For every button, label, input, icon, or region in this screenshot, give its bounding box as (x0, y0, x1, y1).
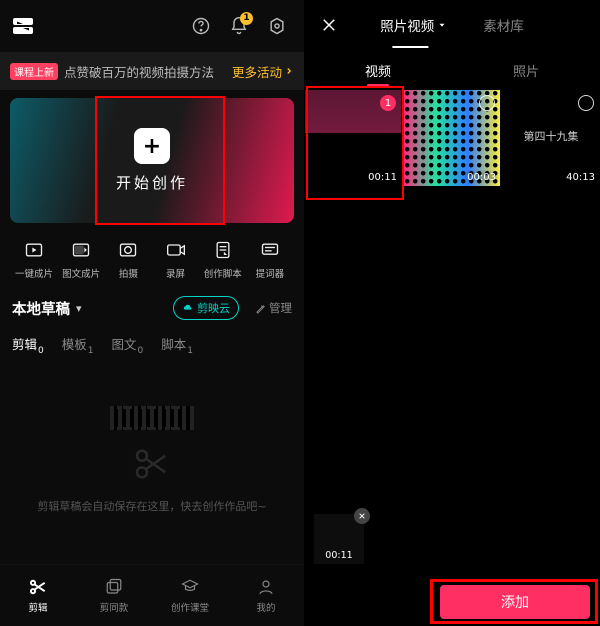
script-icon (211, 239, 235, 261)
picker-header: 照片视频 素材库 (304, 0, 600, 50)
drafts-title[interactable]: 本地草稿 (12, 298, 70, 319)
thumb-item[interactable]: 第四十九集 40:13 (503, 90, 599, 186)
sub-tabs: 视频 照片 (304, 50, 600, 90)
nav-edit[interactable]: 剪辑 (0, 565, 76, 626)
start-create-card[interactable]: + 开始创作 (10, 98, 294, 223)
tab-clip[interactable]: 剪辑0 (12, 334, 44, 356)
tray-chip[interactable]: 00:11 (314, 514, 364, 564)
select-indicator[interactable] (578, 95, 594, 111)
thumb-item[interactable]: 1 00:11 (305, 90, 401, 186)
gallery: 1 00:11 00:03 第四十九集 40:13 (304, 90, 600, 186)
promo-tag: 课程上新 (10, 63, 58, 80)
scissors-ghost-icon (127, 444, 177, 484)
nav-profile[interactable]: 我的 (228, 565, 304, 626)
start-create-label: 开始创作 (116, 172, 188, 193)
add-button[interactable]: 添加 (440, 585, 590, 619)
plus-icon: + (134, 128, 170, 164)
bell-badge: 1 (240, 12, 253, 25)
left-header: 1 (0, 0, 304, 52)
tool-text-to-video[interactable]: 图文成片 (59, 239, 103, 280)
bottom-nav: 剪辑 剪同款 创作课堂 我的 (0, 564, 304, 626)
tab-text[interactable]: 图文0 (112, 334, 144, 356)
cloud-button[interactable]: 剪映云 (173, 296, 239, 320)
bell-icon[interactable]: 1 (222, 9, 256, 43)
profile-icon (255, 577, 277, 597)
promo-more-link[interactable]: 更多活动 (232, 62, 294, 81)
empty-text: 剪辑草稿会自动保存在这里，快去创作作品吧~ (37, 498, 266, 514)
chip-duration: 00:11 (314, 550, 364, 561)
thumb-episode-label: 第四十九集 (503, 128, 599, 144)
chevron-down-icon[interactable]: ▾ (76, 302, 82, 315)
film-ghost-icon (110, 406, 194, 430)
nav-academy[interactable]: 创作课堂 (152, 565, 228, 626)
thumb-item[interactable]: 00:03 (404, 90, 500, 186)
add-bar: 添加 (304, 578, 600, 626)
thumb-duration: 40:13 (566, 172, 595, 183)
media-picker: 照片视频 素材库 视频 照片 1 00:11 00:03 第四十九集 40:13 (304, 0, 600, 626)
drafts-header: 本地草稿 ▾ 剪映云 管理 (0, 282, 304, 320)
tool-row: 一键成片 图文成片 拍摄 录屏 创作脚本 提词器 (0, 231, 304, 282)
nav-templates[interactable]: 剪同款 (76, 565, 152, 626)
camera-icon (116, 239, 140, 261)
thumb-duration: 00:03 (467, 172, 496, 183)
manage-link[interactable]: 管理 (255, 300, 292, 316)
subtab-photo[interactable]: 照片 (452, 50, 600, 90)
promo-bar[interactable]: 课程上新 点赞破百万的视频拍摄方法 更多活动 (0, 52, 304, 90)
editor-home: 1 课程上新 点赞破百万的视频拍摄方法 更多活动 + 开始创作 一键成片 图文成… (0, 0, 304, 626)
tool-script[interactable]: 创作脚本 (201, 239, 245, 280)
empty-state: 剪辑草稿会自动保存在这里，快去创作作品吧~ (0, 356, 304, 565)
teleprompt-icon (258, 239, 282, 261)
screen-record-icon (164, 239, 188, 261)
tool-screen-record[interactable]: 录屏 (154, 239, 198, 280)
chevron-down-icon (437, 20, 447, 30)
chip-remove-icon[interactable] (354, 508, 370, 524)
subtab-video[interactable]: 视频 (304, 50, 452, 90)
draft-tabs: 剪辑0 模板1 图文0 脚本1 (0, 320, 304, 356)
play-outline-icon (22, 239, 46, 261)
capcut-logo (10, 13, 36, 39)
close-button[interactable] (312, 8, 346, 42)
hero-section: + 开始创作 (0, 90, 304, 231)
tab-album[interactable]: 照片视频 (362, 9, 465, 41)
select-indicator[interactable]: 1 (380, 95, 396, 111)
gear-icon[interactable] (260, 9, 294, 43)
top-tabs: 照片视频 素材库 (346, 9, 558, 41)
tool-shoot[interactable]: 拍摄 (106, 239, 150, 280)
scissors-icon (27, 577, 49, 597)
tab-script[interactable]: 脚本1 (161, 334, 193, 356)
tab-template[interactable]: 模板1 (62, 334, 94, 356)
text-frame-icon (69, 239, 93, 261)
academy-icon (179, 577, 201, 597)
help-icon[interactable] (184, 9, 218, 43)
tool-auto-edit[interactable]: 一键成片 (12, 239, 56, 280)
tab-stock[interactable]: 素材库 (465, 9, 542, 41)
tool-teleprompter[interactable]: 提词器 (248, 239, 292, 280)
thumb-duration: 00:11 (368, 172, 397, 183)
selection-tray: 00:11 (304, 512, 600, 576)
select-indicator[interactable] (479, 95, 495, 111)
promo-text: 点赞破百万的视频拍摄方法 (64, 62, 214, 81)
templates-icon (103, 577, 125, 597)
